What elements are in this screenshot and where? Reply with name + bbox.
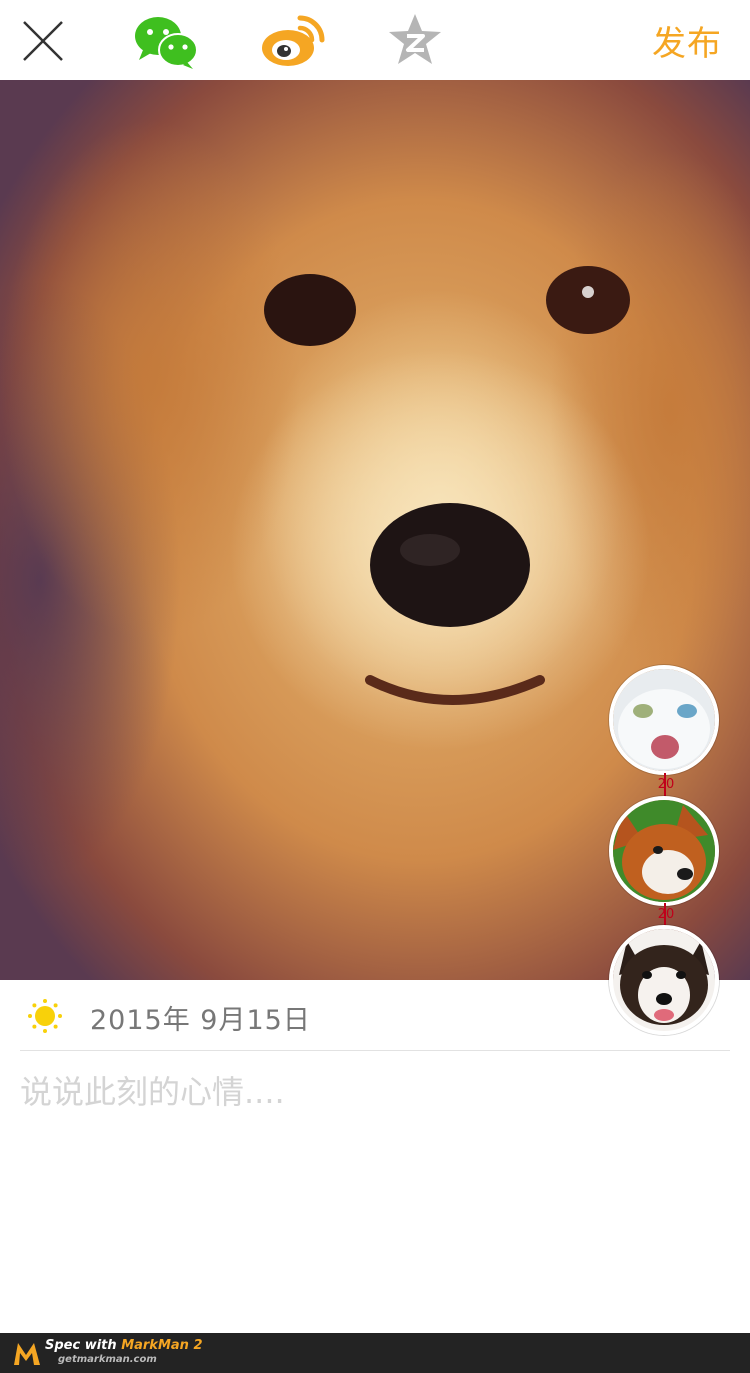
markman-footer: Spec with MarkMan 2 getmarkman.com: [0, 1333, 750, 1373]
footer-title: Spec with MarkMan 2: [45, 1338, 203, 1353]
close-icon[interactable]: [18, 18, 68, 64]
date-row: 2015年 9月15日: [0, 980, 750, 1050]
mood-input[interactable]: [20, 1064, 600, 1120]
weibo-icon[interactable]: [260, 12, 326, 68]
qzone-star-icon[interactable]: [386, 12, 444, 66]
date-text[interactable]: 2015年 9月15日: [90, 998, 311, 1037]
wechat-icon[interactable]: [133, 14, 199, 70]
divider: [20, 1050, 730, 1051]
publish-button[interactable]: 发布: [652, 16, 722, 65]
footer-subtitle: getmarkman.com: [58, 1354, 157, 1365]
top-bar: 发布: [0, 0, 750, 80]
spacing-label: 20: [657, 777, 675, 792]
spacing-label: 20: [657, 907, 675, 922]
footer-title-prefix: Spec with: [45, 1338, 122, 1353]
red-husky-avatar[interactable]: [609, 796, 719, 906]
footer-brand: MarkMan 2: [121, 1338, 203, 1353]
markman-logo-icon: [12, 1339, 42, 1367]
sun-icon: [28, 999, 62, 1033]
white-cat-avatar[interactable]: [609, 665, 719, 775]
